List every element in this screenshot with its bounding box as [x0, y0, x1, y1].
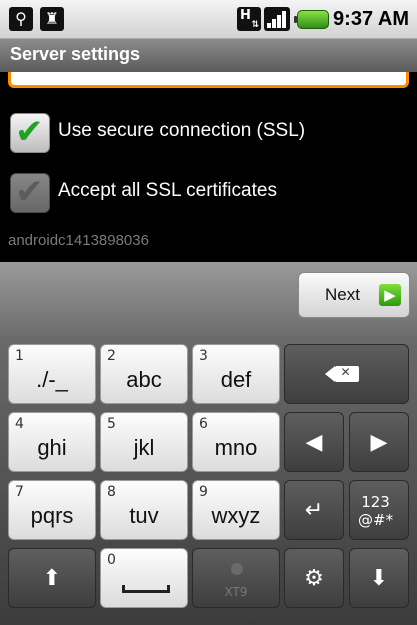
symbols-label-bottom: @#* — [358, 511, 394, 529]
key-number: 8 — [107, 484, 116, 500]
battery-icon — [294, 10, 329, 29]
key-label: pqrs — [30, 503, 74, 528]
key-number: 0 — [107, 552, 116, 568]
xt9-key[interactable]: XT9 — [192, 548, 280, 608]
key-4[interactable]: 4 ghi — [8, 412, 96, 472]
next-button-label: Next — [325, 285, 360, 304]
xt9-indicator-icon — [231, 563, 243, 575]
android-icon: ♜ — [40, 7, 64, 31]
signal-icon — [264, 7, 290, 31]
key-number: 6 — [199, 416, 208, 432]
backspace-icon — [285, 345, 408, 403]
accept-certs-checkbox: ✔ — [10, 172, 50, 213]
ssl-checkbox-label: Use secure connection (SSL) — [58, 120, 306, 141]
settings-key[interactable]: ⚙ — [284, 548, 344, 608]
key-6[interactable]: 6 mno — [192, 412, 280, 472]
space-key[interactable]: 0 — [100, 548, 188, 608]
key-number: 5 — [107, 416, 116, 432]
arrow-right-icon: ▶ — [370, 429, 388, 455]
key-number: 2 — [107, 348, 116, 364]
settings-panel: ✔ Use secure connection (SSL) ✔ Accept a… — [0, 72, 417, 262]
clock: 9:37 AM — [333, 8, 409, 30]
key-2[interactable]: 2 abc — [100, 344, 188, 404]
cursor-left-key[interactable]: ◀ — [284, 412, 344, 472]
enter-icon: ↵ — [304, 497, 324, 523]
key-5[interactable]: 5 jkl — [100, 412, 188, 472]
key-label: ./-_ — [36, 367, 68, 392]
shift-icon: ⬆ — [42, 565, 62, 591]
symbols-key-label: 123 @#* — [358, 493, 393, 529]
gear-icon: ⚙ — [304, 565, 324, 591]
key-label: jkl — [133, 435, 155, 460]
key-7[interactable]: 7 pqrs — [8, 480, 96, 540]
download-arrow-icon: ⬇ — [369, 565, 389, 591]
focused-text-field[interactable] — [8, 72, 409, 88]
key-number: 9 — [199, 484, 208, 500]
backspace-key[interactable] — [284, 344, 409, 404]
check-icon: ✔ — [15, 172, 44, 212]
key-label: def — [220, 367, 252, 392]
enter-key[interactable]: ↵ — [284, 480, 344, 540]
xt9-label: XT9 — [224, 585, 248, 599]
status-bar: ⚲ ♜ H ⇅ 9:37 AM — [0, 0, 417, 38]
hide-keyboard-key[interactable]: ⬇ — [349, 548, 409, 608]
account-name: androidc1413898036 — [8, 232, 149, 249]
space-icon — [122, 585, 170, 593]
page-title: Server settings — [10, 44, 141, 64]
key-label: abc — [126, 367, 162, 392]
key-label: mno — [214, 435, 258, 460]
key-label: tuv — [129, 503, 159, 528]
key-8[interactable]: 8 tuv — [100, 480, 188, 540]
symbols-label-top: 123 — [361, 493, 390, 511]
next-button[interactable]: Next ▶ — [298, 272, 410, 318]
key-number: 4 — [15, 416, 24, 432]
key-3[interactable]: 3 def — [192, 344, 280, 404]
check-icon: ✔ — [15, 112, 44, 152]
keyboard: 1 ./-_ 2 abc 3 def 4 ghi 5 jkl 6 mno ◀ ▶… — [0, 336, 417, 625]
key-1[interactable]: 1 ./-_ — [8, 344, 96, 404]
ssl-checkbox[interactable]: ✔ — [10, 112, 50, 153]
usb-icon: ⚲ — [9, 7, 33, 31]
arrow-left-icon: ◀ — [305, 429, 323, 455]
key-label: wxyz — [211, 503, 261, 528]
cursor-right-key[interactable]: ▶ — [349, 412, 409, 472]
key-label: ghi — [37, 435, 67, 460]
suggestion-bar: Next ▶ — [0, 262, 417, 336]
h-network-icon: H ⇅ — [237, 7, 261, 31]
key-number: 7 — [15, 484, 24, 500]
arrow-right-icon: ▶ — [379, 284, 401, 306]
accept-certs-label: Accept all SSL certificates — [58, 180, 277, 201]
shift-key[interactable]: ⬆ — [8, 548, 96, 608]
key-9[interactable]: 9 wxyz — [192, 480, 280, 540]
key-number: 1 — [15, 348, 24, 364]
key-number: 3 — [199, 348, 208, 364]
title-bar: Server settings — [0, 38, 417, 72]
symbols-key[interactable]: 123 @#* — [349, 480, 409, 540]
